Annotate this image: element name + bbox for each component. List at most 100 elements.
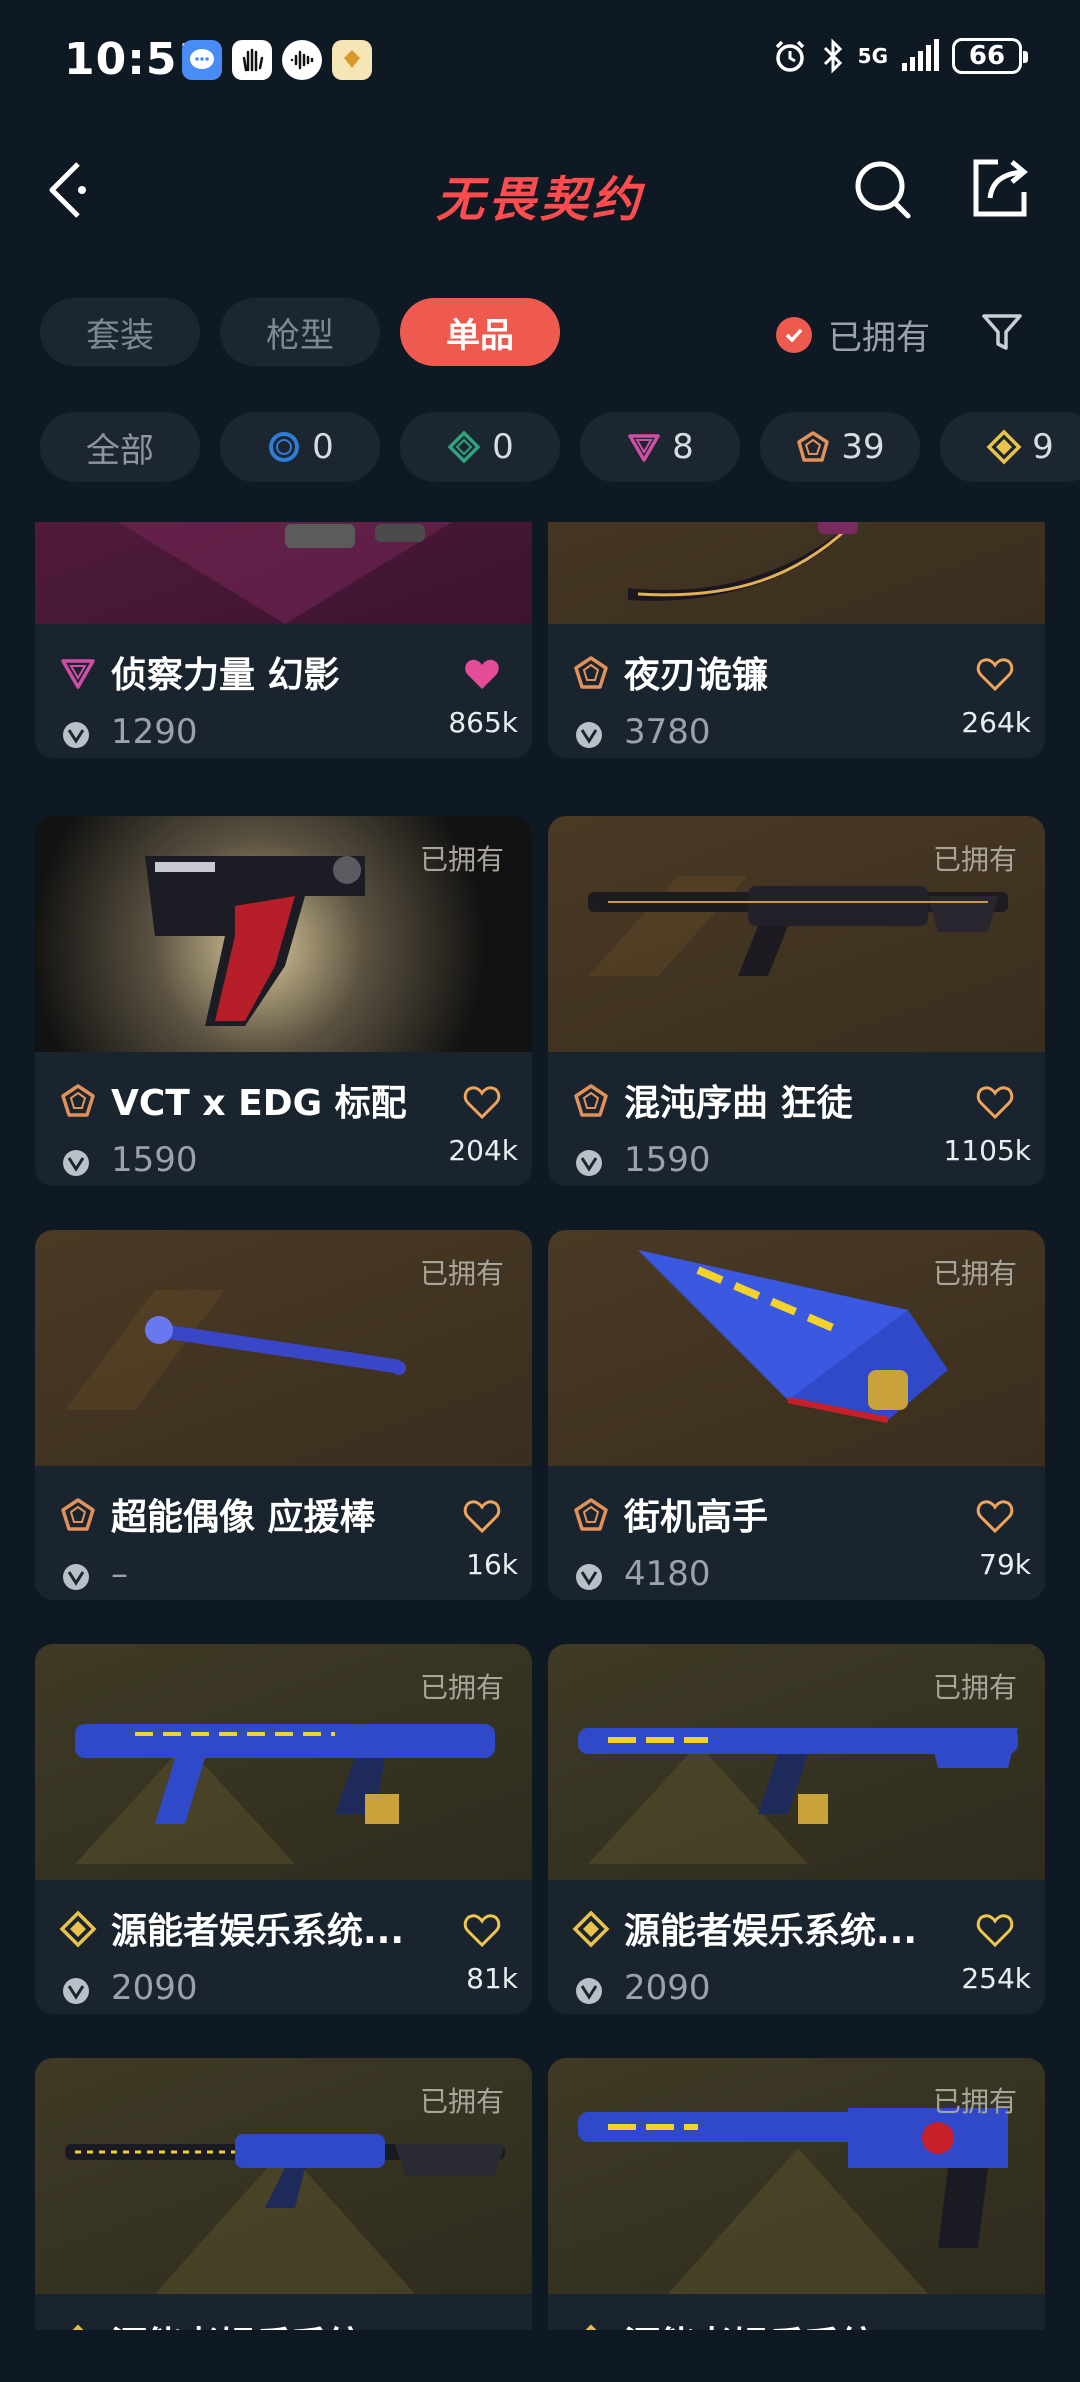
rarity-filter-row: 全部 0 0 8 39 9 — [40, 412, 1080, 482]
skin-image: 已拥有 — [35, 2058, 532, 2294]
exclusive-tier-icon — [574, 656, 608, 689]
rarity-premium-chip[interactable]: 8 — [580, 412, 740, 482]
skin-price: 1590 — [624, 1140, 711, 1180]
page-title: 无畏契约 — [435, 172, 644, 228]
select-tier-icon — [269, 432, 300, 462]
audio-app-icon — [282, 40, 322, 80]
owned-tag: 已拥有 — [419, 2085, 504, 2118]
owned-filter-toggle[interactable]: 已拥有 — [776, 310, 930, 359]
share-button[interactable] — [968, 152, 1032, 222]
ultra-tier-icon — [59, 1910, 97, 1948]
skin-image: 已拥有 — [548, 816, 1045, 1052]
skin-image: 已拥有 — [548, 2058, 1045, 2294]
owned-tag: 已拥有 — [932, 1671, 1017, 1704]
skin-price: – — [111, 1554, 128, 1594]
heart-outline-icon[interactable] — [462, 1082, 502, 1122]
valorant-points-icon — [576, 1564, 602, 1590]
skin-card[interactable]: 已拥有 超能偶像 应援棒 – 16k — [35, 1230, 532, 1600]
skin-name: 夜刃诡镰 — [624, 655, 769, 696]
category-tabs: 套装 枪型 单品 — [40, 298, 560, 366]
rarity-ultra-chip[interactable]: 9 — [940, 412, 1080, 482]
heart-outline-icon[interactable] — [975, 1910, 1015, 1950]
skin-name: VCT x EDG 标配 — [111, 1083, 407, 1124]
like-count: 1105k — [943, 1134, 1031, 1167]
premium-tier-icon — [61, 659, 95, 689]
exclusive-tier-icon — [61, 1498, 95, 1531]
skin-card[interactable]: 已拥有 VCT x EDG 标配 1590 204k — [35, 816, 532, 1186]
owned-tag: 已拥有 — [932, 843, 1017, 876]
valorant-points-icon — [576, 722, 602, 748]
rarity-ultra-count: 9 — [1032, 427, 1054, 467]
exclusive-tier-icon — [61, 1084, 95, 1117]
heart-filled-icon[interactable] — [462, 654, 502, 694]
rarity-select-chip[interactable]: 0 — [220, 412, 380, 482]
skin-card[interactable]: 侦察力量 幻影 1290 865k — [35, 522, 532, 758]
ultra-tier-icon — [585, 2324, 597, 2330]
funnel-icon — [982, 314, 1022, 350]
signal-icon — [902, 39, 939, 71]
rarity-all-chip[interactable]: 全部 — [40, 412, 200, 482]
like-count: 16k — [466, 1548, 518, 1581]
skin-price: 1590 — [111, 1140, 198, 1180]
heart-outline-icon[interactable] — [462, 1910, 502, 1950]
skin-card[interactable]: 已拥有 源能者娱乐系统... 2090 81k — [35, 1644, 532, 2014]
ultra-tier-icon — [986, 429, 1022, 465]
skin-card[interactable]: 夜刃诡镰 3780 264k — [548, 522, 1045, 758]
heart-outline-icon[interactable] — [462, 1496, 502, 1536]
heart-outline-icon[interactable] — [975, 654, 1015, 694]
heart-outline-icon[interactable] — [975, 1082, 1015, 1122]
skin-image: 已拥有 — [548, 1644, 1045, 1880]
exclusive-tier-icon — [574, 1498, 608, 1531]
skin-name: 街机高手 — [624, 1497, 769, 1538]
checkmark-icon — [776, 316, 812, 353]
like-count: 254k — [961, 1962, 1031, 1995]
valorant-points-icon — [576, 1978, 602, 2004]
top-nav-bar: 无畏契约 — [0, 140, 1080, 240]
tab-items[interactable]: 单品 — [400, 298, 560, 366]
skin-image: 已拥有 — [35, 1230, 532, 1466]
rarity-all-label: 全部 — [86, 430, 154, 471]
valorant-points-icon — [63, 1150, 89, 1176]
skin-image: 已拥有 — [548, 1230, 1045, 1466]
skin-price: 1290 — [111, 712, 198, 752]
skin-name: 混沌序曲 狂徒 — [624, 1083, 853, 1124]
skin-name: 源能者娱乐系统... — [111, 1911, 405, 1952]
skin-name: 侦察力量 幻影 — [111, 655, 340, 696]
rarity-select-count: 0 — [312, 427, 334, 467]
skin-card[interactable]: 已拥有 混沌序曲 狂徒 1590 1105k — [548, 816, 1045, 1186]
skin-card[interactable]: 已拥有 源能者娱乐系统... — [35, 2058, 532, 2330]
alarm-icon — [775, 40, 804, 72]
skin-name: 源能者娱乐系统... — [624, 1911, 918, 1952]
rarity-premium-count: 8 — [672, 427, 694, 467]
tab-weapon-types[interactable]: 枪型 — [220, 298, 380, 366]
skin-card[interactable]: 已拥有 源能者娱乐系统... — [548, 2058, 1045, 2330]
exclusive-tier-icon — [797, 431, 830, 462]
skin-image — [35, 522, 532, 624]
skin-card[interactable]: 已拥有 源能者娱乐系统... 2090 254k — [548, 1644, 1045, 2014]
rarity-deluxe-chip[interactable]: 0 — [400, 412, 560, 482]
status-system-icons: 5G 66 — [772, 38, 1028, 74]
search-icon — [855, 161, 911, 219]
heart-outline-icon[interactable] — [975, 1496, 1015, 1536]
skin-image: 已拥有 — [35, 1644, 532, 1880]
skin-price: 3780 — [624, 712, 711, 752]
skin-card[interactable]: 已拥有 街机高手 4180 79k — [548, 1230, 1045, 1600]
skin-grid: 侦察力量 幻影 1290 865k 夜刃诡镰 3780 264k 已拥有 VCT… — [35, 522, 1045, 2330]
search-button[interactable] — [852, 152, 916, 222]
hand-app-icon — [232, 40, 272, 80]
ultra-tier-icon — [572, 1910, 610, 1948]
rarity-exclusive-chip[interactable]: 39 — [760, 412, 920, 482]
bluetooth-icon — [823, 38, 842, 74]
like-count: 81k — [466, 1962, 518, 1995]
skin-price: 2090 — [624, 1968, 711, 2008]
network-label: 5G — [857, 44, 888, 68]
messages-app-icon — [182, 40, 222, 80]
share-icon — [973, 159, 1028, 217]
honor-app-icon — [332, 40, 372, 80]
valorant-points-icon — [63, 1564, 89, 1590]
tab-bundles[interactable]: 套装 — [40, 298, 200, 366]
rarity-exclusive-count: 39 — [841, 427, 885, 467]
ultra-tier-icon — [72, 2324, 84, 2330]
filter-button[interactable] — [980, 310, 1024, 354]
skin-image: 已拥有 — [35, 816, 532, 1052]
